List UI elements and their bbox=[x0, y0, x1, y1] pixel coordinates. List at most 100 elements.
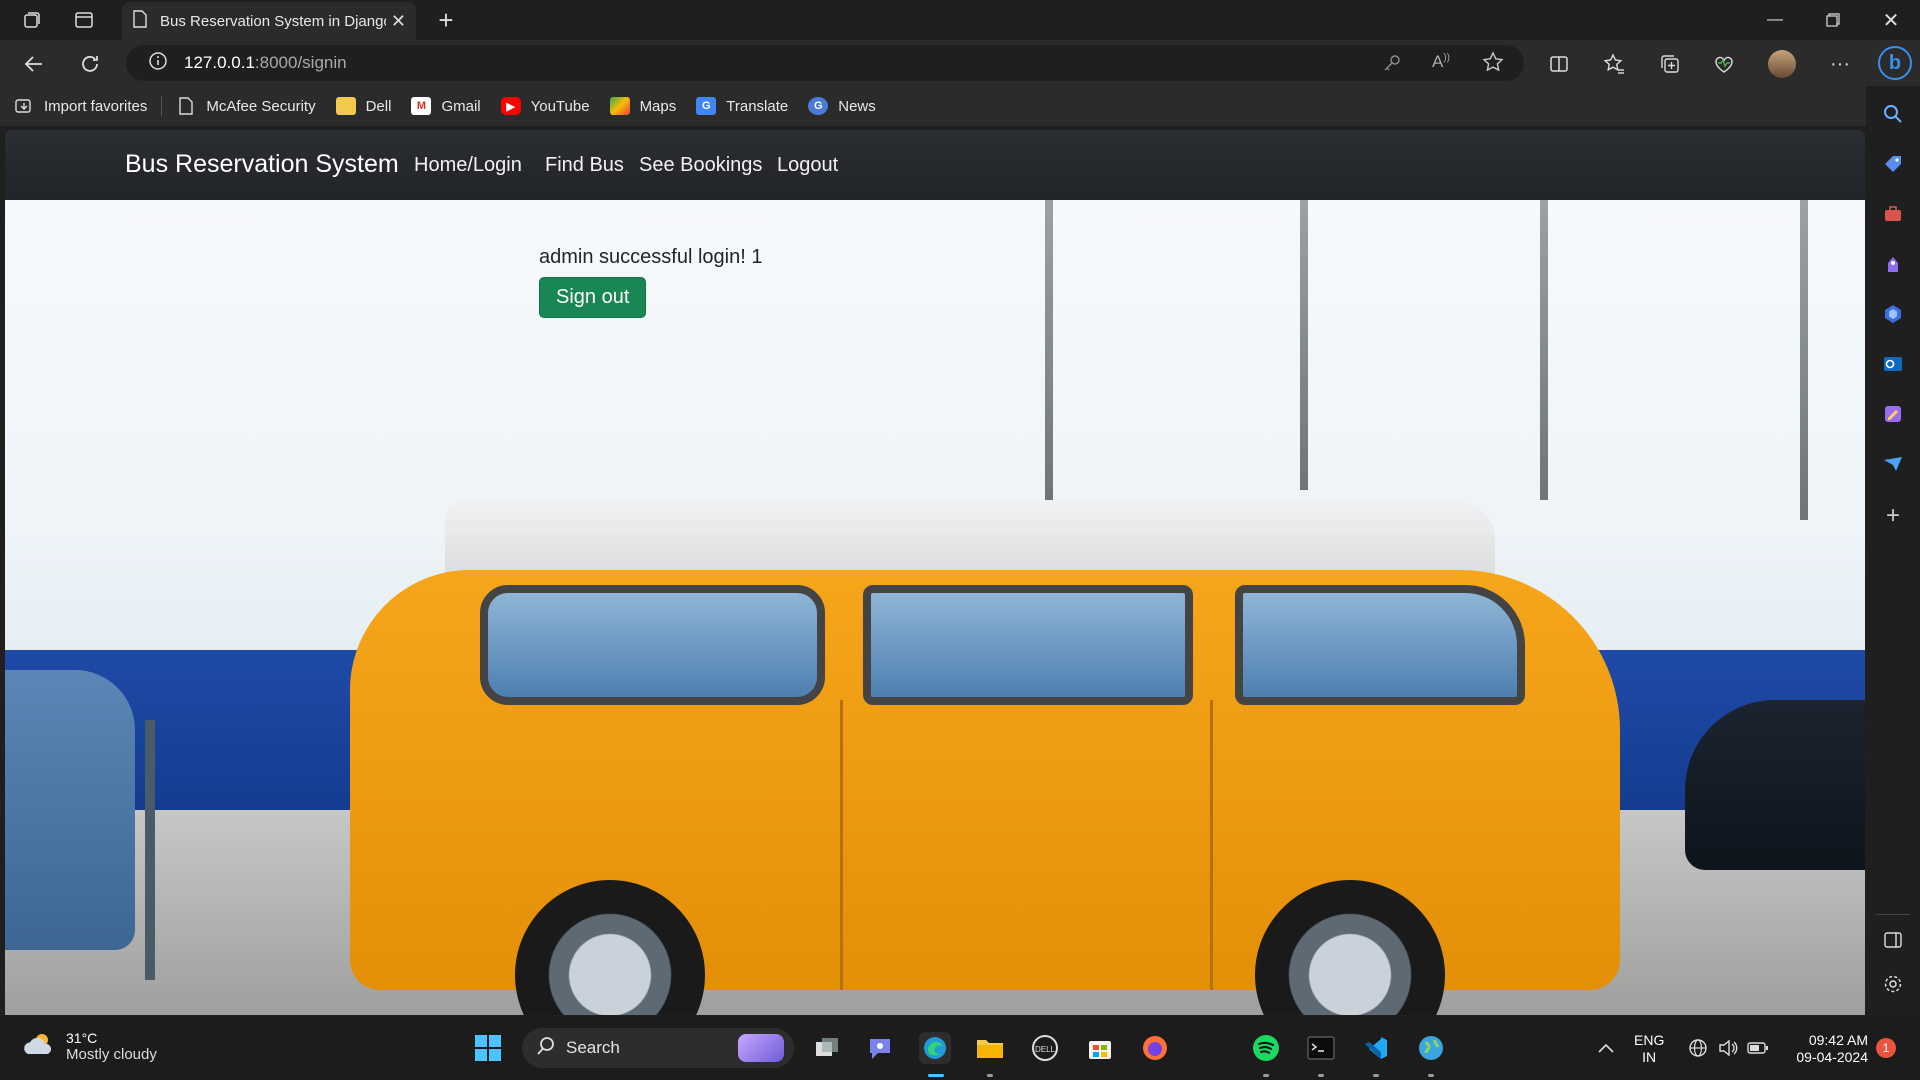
vscode-icon[interactable] bbox=[1360, 1032, 1392, 1064]
search-icon bbox=[536, 1036, 556, 1061]
file-explorer-icon[interactable] bbox=[974, 1032, 1006, 1064]
password-key-icon[interactable] bbox=[1382, 53, 1402, 78]
volume-icon[interactable] bbox=[1716, 1032, 1740, 1064]
nav-see-bookings[interactable]: See Bookings bbox=[639, 154, 762, 177]
windows-start-icon[interactable] bbox=[472, 1032, 504, 1064]
nav-logout[interactable]: Logout bbox=[777, 154, 838, 177]
bookmark-import-favorites[interactable]: Import favorites bbox=[14, 97, 147, 115]
bookmark-separator bbox=[161, 96, 163, 116]
close-window-icon[interactable]: ✕ bbox=[1876, 8, 1906, 32]
van-window bbox=[480, 585, 825, 705]
firefox-icon[interactable] bbox=[1139, 1032, 1171, 1064]
split-screen-icon[interactable] bbox=[1545, 50, 1573, 78]
tools-icon[interactable] bbox=[1881, 202, 1905, 226]
weather-temperature: 31°C bbox=[66, 1030, 98, 1046]
sign-out-button[interactable]: Sign out bbox=[539, 277, 647, 318]
search-icon[interactable] bbox=[1881, 102, 1905, 126]
running-app-indicator bbox=[1263, 1074, 1269, 1077]
navbar-brand[interactable]: Bus Reservation System bbox=[125, 150, 399, 179]
minimize-icon[interactable]: — bbox=[1760, 8, 1790, 32]
outlook-icon[interactable] bbox=[1881, 352, 1905, 376]
clock-time: 09:42 AM bbox=[1808, 1032, 1868, 1048]
tab-active[interactable]: Bus Reservation System in Django ✕ bbox=[122, 2, 416, 40]
palm-tree bbox=[1300, 200, 1308, 490]
games-icon[interactable] bbox=[1881, 252, 1905, 276]
add-sidebar-app-icon[interactable]: + bbox=[1881, 502, 1905, 529]
running-app-indicator bbox=[987, 1074, 993, 1077]
workspaces-icon[interactable] bbox=[20, 8, 44, 32]
login-success-message: admin successful login! 1 bbox=[539, 246, 763, 268]
battery-icon[interactable] bbox=[1746, 1032, 1770, 1064]
bookmark-news[interactable]: G News bbox=[808, 97, 876, 115]
bookmark-gmail[interactable]: M Gmail bbox=[411, 97, 481, 115]
site-info-icon[interactable] bbox=[148, 51, 168, 76]
designer-icon[interactable] bbox=[1881, 402, 1905, 426]
youtube-icon: ▶ bbox=[500, 97, 521, 115]
favorite-star-icon[interactable] bbox=[1482, 51, 1504, 78]
copilot-icon[interactable]: b bbox=[1878, 46, 1912, 80]
notification-badge[interactable]: 1 bbox=[1876, 1038, 1896, 1058]
palm-tree bbox=[1045, 200, 1053, 500]
shopping-tag-icon[interactable] bbox=[1881, 152, 1905, 176]
browser-essentials-icon[interactable] bbox=[1710, 50, 1738, 78]
running-app-indicator bbox=[1428, 1074, 1434, 1077]
url-text: 127.0.0.1:8000/signin bbox=[184, 53, 347, 72]
weather-widget[interactable]: 31°C Mostly cloudy bbox=[22, 1030, 157, 1063]
new-tab-icon[interactable]: + bbox=[434, 5, 458, 35]
refresh-icon[interactable] bbox=[76, 50, 104, 78]
bookmark-mcafee[interactable]: McAfee Security bbox=[176, 97, 316, 115]
profile-avatar[interactable] bbox=[1768, 50, 1796, 78]
dell-icon[interactable]: DELL bbox=[1029, 1032, 1061, 1064]
browser-toolbar: 127.0.0.1:8000/signin A)) ··· b bbox=[0, 40, 1920, 86]
folder-icon bbox=[335, 97, 356, 115]
nav-home-login[interactable]: Home/Login bbox=[414, 154, 522, 177]
parked-car-right bbox=[1685, 700, 1865, 870]
close-tab-icon[interactable]: ✕ bbox=[391, 11, 406, 32]
microsoft-store-icon[interactable] bbox=[1084, 1032, 1116, 1064]
active-app-indicator bbox=[928, 1074, 944, 1077]
network-icon[interactable] bbox=[1686, 1032, 1710, 1064]
collections-icon[interactable] bbox=[1656, 50, 1684, 78]
settings-gear-icon[interactable] bbox=[1881, 972, 1905, 996]
search-label: Search bbox=[566, 1038, 620, 1057]
page-icon bbox=[176, 97, 196, 115]
hide-sidebar-icon[interactable] bbox=[1881, 928, 1905, 952]
language-indicator[interactable]: ENG IN bbox=[1634, 1032, 1664, 1066]
chevron-up-icon[interactable] bbox=[1594, 1032, 1618, 1064]
site-navbar: Bus Reservation System Home/Login Find B… bbox=[5, 130, 1865, 200]
bookmark-dell[interactable]: Dell bbox=[335, 97, 391, 115]
parking-meter bbox=[145, 720, 155, 980]
back-icon[interactable] bbox=[20, 50, 48, 78]
favorites-icon[interactable] bbox=[1600, 50, 1628, 78]
terminal-icon[interactable] bbox=[1305, 1032, 1337, 1064]
bookmark-translate[interactable]: G Translate bbox=[696, 97, 788, 115]
maps-icon bbox=[609, 97, 630, 115]
drop-icon[interactable] bbox=[1881, 452, 1905, 476]
task-view-icon[interactable] bbox=[811, 1032, 843, 1064]
tab-title: Bus Reservation System in Django bbox=[160, 12, 386, 30]
restore-icon[interactable] bbox=[1818, 8, 1848, 32]
van-window bbox=[863, 585, 1193, 705]
read-aloud-icon[interactable]: A)) bbox=[1432, 52, 1450, 72]
sidebar-divider bbox=[1876, 914, 1910, 915]
teams-chat-icon[interactable] bbox=[864, 1032, 896, 1064]
van-window bbox=[1235, 585, 1525, 705]
taskbar-search-box[interactable]: Search bbox=[522, 1028, 794, 1068]
spotify-icon[interactable] bbox=[1250, 1032, 1282, 1064]
edge-browser-icon[interactable] bbox=[919, 1032, 951, 1064]
globe-app-icon[interactable] bbox=[1415, 1032, 1447, 1064]
address-bar[interactable]: 127.0.0.1:8000/signin A)) bbox=[126, 45, 1524, 81]
bookmark-youtube[interactable]: ▶ YouTube bbox=[500, 97, 590, 115]
nav-find-bus[interactable]: Find Bus bbox=[545, 154, 624, 177]
microsoft-365-icon[interactable] bbox=[1881, 302, 1905, 326]
clock-date: 09-04-2024 bbox=[1796, 1049, 1868, 1065]
cloud-sun-icon bbox=[22, 1030, 56, 1063]
hero-background-image bbox=[5, 200, 1865, 1015]
search-highlight-icon bbox=[738, 1034, 784, 1062]
tab-actions-icon[interactable] bbox=[72, 8, 96, 32]
clock[interactable]: 09:42 AM 09-04-2024 bbox=[1786, 1032, 1868, 1066]
bookmark-maps[interactable]: Maps bbox=[609, 97, 676, 115]
more-options-icon[interactable]: ··· bbox=[1826, 50, 1854, 78]
import-icon bbox=[14, 97, 34, 115]
page-icon bbox=[132, 9, 148, 33]
